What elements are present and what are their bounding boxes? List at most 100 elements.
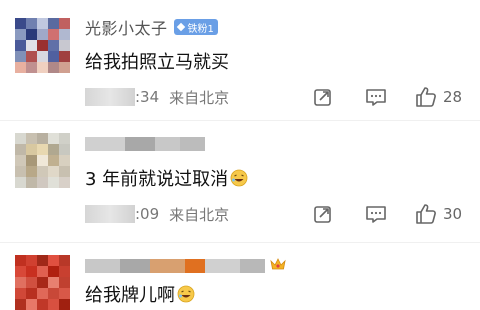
avatar-pixel [37,266,48,277]
avatar-pixel [37,51,48,62]
avatar-pixel [48,18,59,29]
comment-item: 给我牌儿啊 [0,242,480,310]
avatar-pixel [48,62,59,73]
avatar-pixel [59,288,70,299]
avatar-pixel [26,144,37,155]
avatar-pixel [15,29,26,40]
like-count: 30 [443,205,463,223]
avatar-pixel [59,166,70,177]
comment-text: 给我拍照立马就买 [85,52,229,73]
fan-badge-label: 铁粉1 [187,23,214,35]
timestamp: :34 [135,88,160,106]
like-count: 28 [443,88,463,106]
avatar[interactable] [15,18,70,73]
avatar-pixel [15,144,26,155]
avatar-pixel [59,177,70,188]
avatar-pixel [48,288,59,299]
share-button[interactable] [313,86,333,108]
share-button[interactable] [313,203,333,225]
avatar-pixel [48,277,59,288]
comment-item: 光影小太子 铁粉1 给我拍照立马就买 :34 来自北京 28 [0,0,480,120]
avatar-pixel [26,166,37,177]
comment-text-body: 3 年前就说过取消 [85,169,229,190]
avatar-pixel [26,62,37,73]
avatar[interactable] [15,133,70,188]
avatar-pixel [26,255,37,266]
avatar-pixel [26,288,37,299]
crown-icon [270,258,286,270]
comment-icon [366,206,386,223]
username-blurred[interactable] [85,259,265,273]
avatar-pixel [48,266,59,277]
fan-badge[interactable]: 铁粉1 [173,19,218,35]
avatar-pixel [59,62,70,73]
avatar-pixel [26,18,37,29]
avatar-pixel [26,133,37,144]
avatar-pixel [37,40,48,51]
comment-icon [366,89,386,106]
avatar-pixel [48,51,59,62]
avatar-pixel [15,133,26,144]
avatar-pixel [59,155,70,166]
like-button[interactable]: 28 [415,86,462,108]
avatar-pixel [15,40,26,51]
avatar-pixel [37,144,48,155]
location: 来自北京 [169,88,230,107]
comment-text: 3 年前就说过取消 [85,165,248,191]
laughing-emoji-icon [230,169,248,187]
avatar-pixel [15,62,26,73]
avatar-pixel [37,18,48,29]
location: 来自北京 [169,205,230,224]
avatar-pixel [26,51,37,62]
thumbs-up-icon [416,87,436,107]
reply-button[interactable] [365,203,387,225]
comment-header [85,255,265,277]
avatar-pixel [37,62,48,73]
avatar-pixel [15,299,26,310]
like-button[interactable]: 30 [415,203,462,225]
avatar-pixel [15,266,26,277]
avatar-pixel [26,266,37,277]
comment-meta: :09 来自北京 30 [85,203,480,225]
avatar-pixel [15,155,26,166]
avatar-pixel [26,29,37,40]
avatar-pixel [48,40,59,51]
username-blurred[interactable] [85,137,205,151]
avatar-pixel [59,133,70,144]
avatar-pixel [26,177,37,188]
avatar-pixel [26,299,37,310]
avatar-pixel [26,277,37,288]
avatar-pixel [37,155,48,166]
avatar[interactable] [15,255,70,310]
timestamp: :09 [135,205,160,223]
avatar-pixel [59,277,70,288]
avatar-pixel [59,299,70,310]
avatar-pixel [15,166,26,177]
avatar-pixel [59,51,70,62]
comment-text-body: 给我牌儿啊 [85,285,175,306]
avatar-pixel [15,177,26,188]
avatar-pixel [48,177,59,188]
diamond-icon [176,22,185,32]
avatar-pixel [48,29,59,40]
avatar-pixel [15,255,26,266]
username[interactable]: 光影小太子 [85,15,168,39]
avatar-pixel [37,277,48,288]
avatar-pixel [59,40,70,51]
avatar-pixel [15,277,26,288]
share-icon [314,89,331,106]
avatar-pixel [37,177,48,188]
avatar-pixel [59,18,70,29]
avatar-pixel [26,155,37,166]
timestamp-blurred [85,205,135,223]
avatar-pixel [37,255,48,266]
avatar-pixel [37,299,48,310]
comment-header [85,133,205,155]
laughing-emoji-icon [177,285,195,303]
comment-item: 3 年前就说过取消 :09 来自北京 30 [0,120,480,243]
reply-button[interactable] [365,86,387,108]
avatar-pixel [37,166,48,177]
avatar-pixel [48,144,59,155]
avatar-pixel [59,29,70,40]
share-icon [314,206,331,223]
